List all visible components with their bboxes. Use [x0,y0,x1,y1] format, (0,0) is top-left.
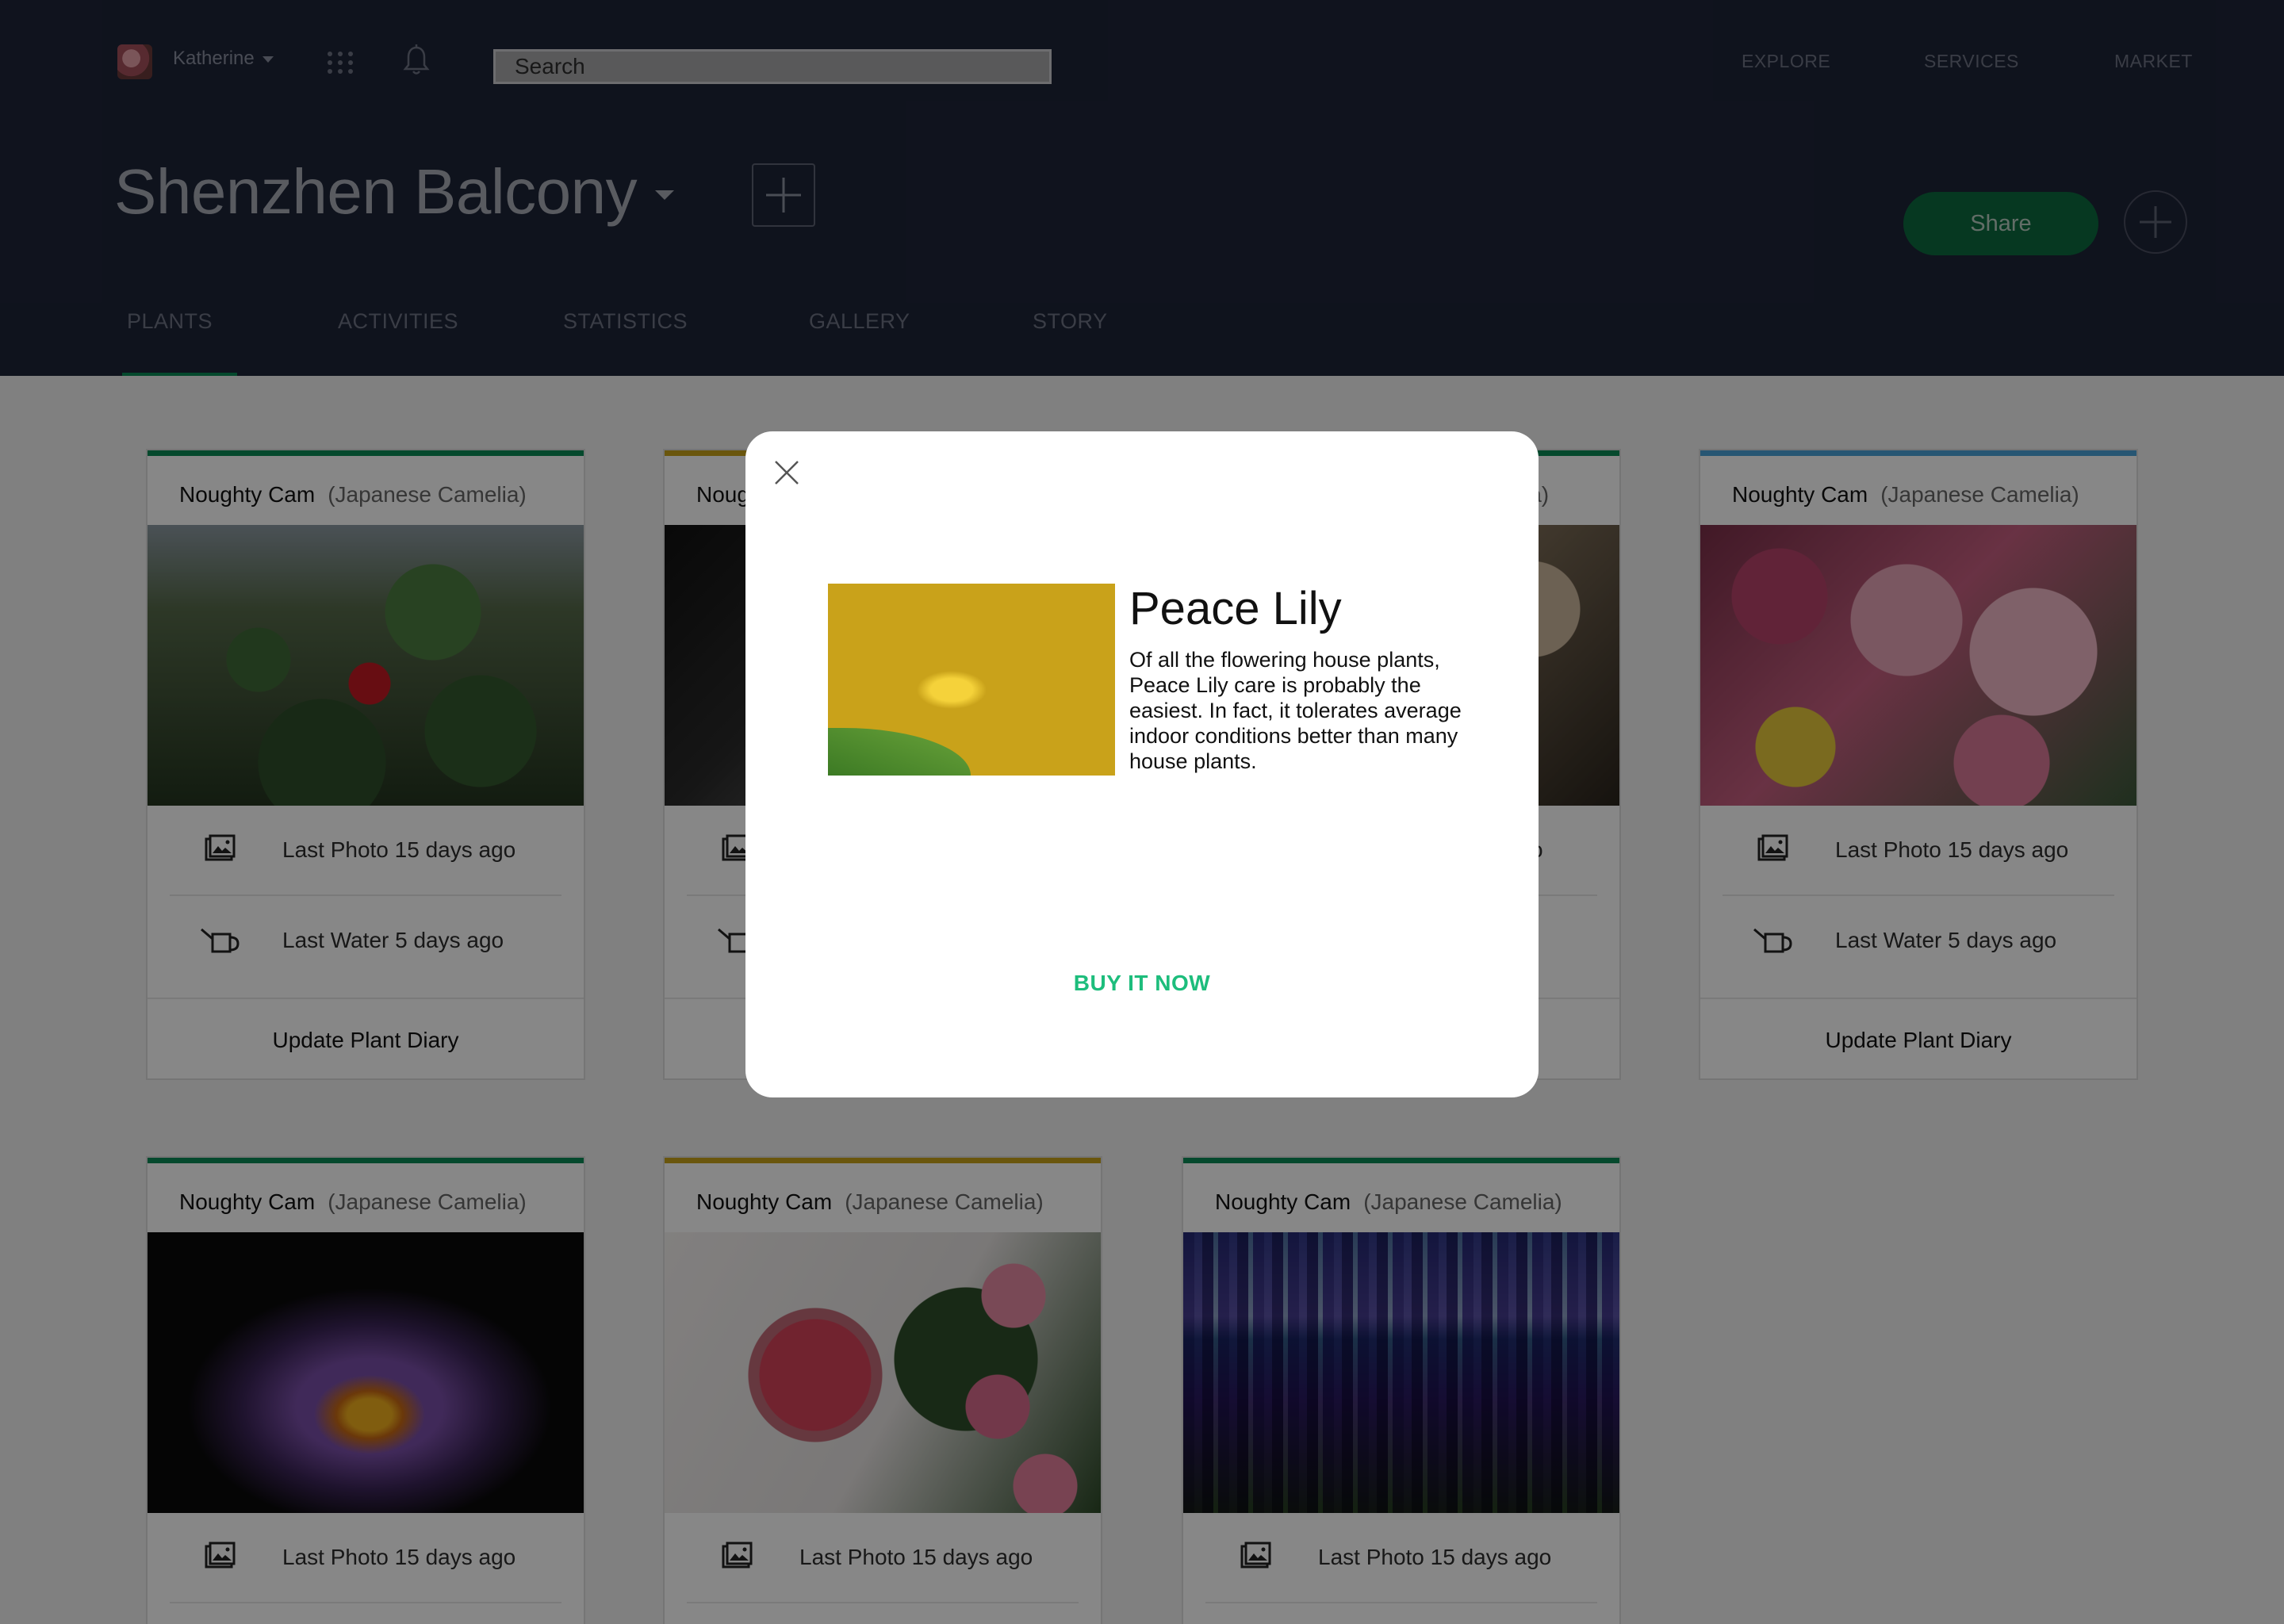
product-image [828,584,1115,776]
buy-it-now-button[interactable]: BUY IT NOW [745,971,1539,996]
close-icon[interactable] [769,455,804,490]
product-modal: Peace Lily Of all the flowering house pl… [745,431,1539,1097]
product-title: Peace Lily [1129,583,1342,634]
product-description: Of all the flowering house plants, Peace… [1129,648,1462,773]
